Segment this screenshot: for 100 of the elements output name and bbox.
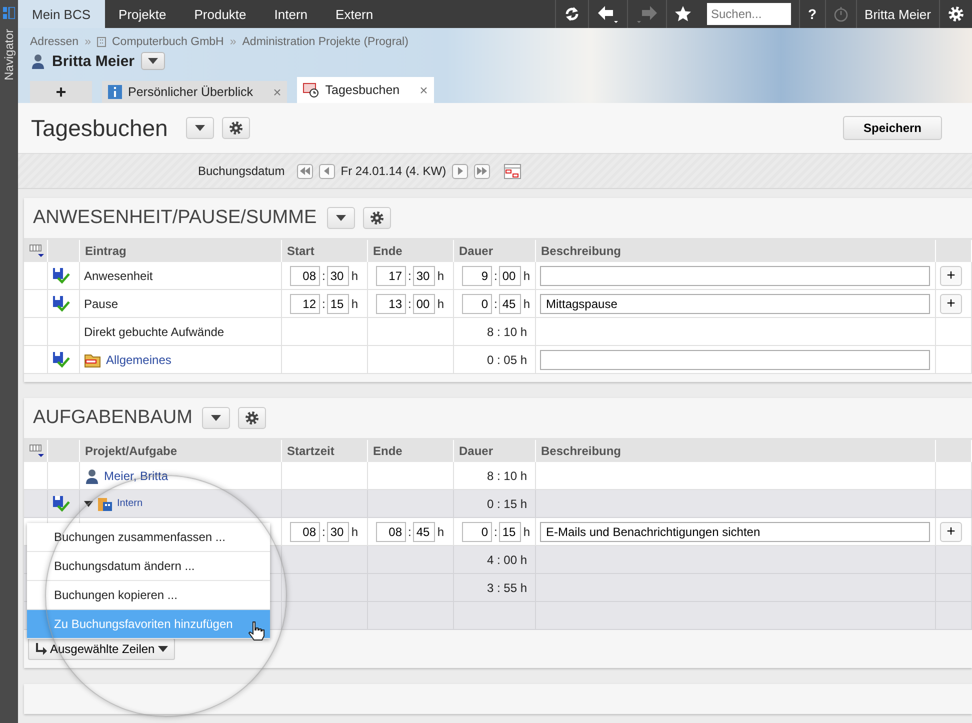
add-tab-button[interactable]: + xyxy=(30,81,92,103)
page-title: Tagesbuchen xyxy=(31,114,168,142)
hours-field[interactable]: 17 xyxy=(376,266,406,286)
refresh-icon xyxy=(564,6,580,22)
duration-text: 8 : 10 h xyxy=(486,324,527,338)
duration-text: 4 : 00 h xyxy=(486,552,527,566)
minutes-field[interactable]: 15 xyxy=(499,522,522,542)
entry-label: Direkt gebuchte Aufwände xyxy=(84,324,224,338)
hours-field[interactable]: 08 xyxy=(290,522,320,542)
menu-tab[interactable]: Produkte xyxy=(180,0,260,28)
breadcrumb-separator: » xyxy=(84,36,91,48)
menu-tab[interactable]: Extern xyxy=(322,0,388,28)
hours-field[interactable]: 12 xyxy=(290,294,320,314)
description-field[interactable]: Mittagspause xyxy=(540,294,930,314)
page-tab[interactable]: Tagesbuchen × xyxy=(297,77,434,103)
unit-label: h xyxy=(437,296,444,310)
person-link[interactable]: Meier, Britta xyxy=(104,468,168,482)
add-button[interactable]: + xyxy=(940,522,962,542)
minutes-field[interactable]: 30 xyxy=(413,266,436,286)
section-settings-button[interactable] xyxy=(362,207,391,229)
column-header: Startzeit xyxy=(282,440,368,462)
hand-cursor-icon xyxy=(248,621,265,641)
date-label: Buchungsdatum xyxy=(198,164,285,178)
navigator-label: Navigator xyxy=(2,29,16,80)
column-header: Dauer xyxy=(454,240,536,262)
description-field[interactable]: E-Mails und Benachrichtigungen sichten xyxy=(540,522,930,542)
breadcrumb-link[interactable]: Computerbuch GmbH xyxy=(112,36,224,48)
hours-field[interactable]: 08 xyxy=(290,266,320,286)
description-field[interactable] xyxy=(540,350,930,370)
section-menu-button[interactable] xyxy=(202,407,230,429)
star-icon xyxy=(674,6,691,22)
group-link[interactable]: Intern xyxy=(117,498,143,509)
minutes-field[interactable]: 00 xyxy=(413,294,436,314)
previous-button[interactable] xyxy=(318,164,335,178)
column-header: Projekt/Aufgabe xyxy=(80,440,282,462)
calendar-clock-icon xyxy=(303,82,320,98)
menu-tab[interactable]: Intern xyxy=(260,0,322,28)
time-separator: : xyxy=(408,524,412,538)
search-field[interactable]: Suchen... xyxy=(706,3,791,25)
minutes-field[interactable]: 45 xyxy=(499,294,522,314)
settings-icon xyxy=(948,6,964,22)
double-left-icon xyxy=(300,167,310,175)
page-settings-button[interactable] xyxy=(222,117,250,139)
unit-label: h xyxy=(437,268,444,282)
minutes-field[interactable]: 00 xyxy=(499,266,522,286)
left-triangle-icon xyxy=(324,167,330,175)
page-menu-button[interactable] xyxy=(186,117,214,139)
menu-item[interactable]: Buchungen kopieren ... xyxy=(27,581,270,610)
expand-caret-icon[interactable] xyxy=(84,500,93,506)
minutes-field[interactable]: 15 xyxy=(327,294,350,314)
last-button[interactable] xyxy=(474,164,490,178)
column-header: Ende xyxy=(368,240,454,262)
menu-item[interactable]: Buchungsdatum ändern ... xyxy=(27,552,270,581)
hours-field[interactable]: 13 xyxy=(376,294,406,314)
caret-icon xyxy=(194,125,205,131)
time-separator: : xyxy=(494,524,498,538)
add-button[interactable]: + xyxy=(940,294,962,314)
breadcrumb-link[interactable]: Administration Projekte (Progral) xyxy=(242,36,408,48)
breadcrumb-link[interactable]: Adressen xyxy=(30,36,79,48)
settings-icon xyxy=(245,411,260,425)
unit-label: h xyxy=(437,524,444,538)
app-logo-icon xyxy=(3,7,15,19)
menu-tab[interactable]: Projekte xyxy=(104,0,180,28)
menu-tab[interactable]: Mein BCS xyxy=(18,0,105,28)
minutes-field[interactable]: 30 xyxy=(327,522,350,542)
hours-field[interactable]: 08 xyxy=(376,522,406,542)
table-cell xyxy=(24,318,48,346)
unit-label: h xyxy=(351,296,358,310)
menu-item[interactable]: Buchungen zusammenfassen ... xyxy=(27,523,270,552)
section-title: ANWESENHEIT/PAUSE/SUMME xyxy=(33,207,317,229)
unit-label: h xyxy=(351,268,358,282)
left-arrow-icon xyxy=(596,5,619,23)
save-check-icon xyxy=(52,266,70,284)
hours-field[interactable]: 0 xyxy=(462,522,492,542)
tab-label: Tagesbuchen xyxy=(325,83,400,97)
save-button[interactable]: Speichern xyxy=(843,116,942,140)
right-arrow-icon xyxy=(636,5,658,23)
column-chooser-icon[interactable] xyxy=(29,444,45,458)
minutes-field[interactable]: 30 xyxy=(327,266,350,286)
person-menu-button[interactable] xyxy=(140,52,165,70)
hours-field[interactable]: 0 xyxy=(462,294,492,314)
section-menu-button[interactable] xyxy=(326,207,355,229)
minutes-field[interactable]: 45 xyxy=(413,522,436,542)
column-header: Beschreibung xyxy=(536,240,936,262)
column-chooser-icon[interactable] xyxy=(29,244,45,258)
page-tab[interactable]: Persönlicher Überblick × xyxy=(102,81,288,103)
project-link[interactable]: Allgemeines xyxy=(106,352,172,366)
hours-field[interactable]: 9 xyxy=(462,266,492,286)
close-tab-button[interactable]: × xyxy=(420,82,428,98)
calendar-icon[interactable] xyxy=(504,164,522,178)
navigator-sidebar[interactable]: Navigator xyxy=(0,0,18,723)
caret-icon xyxy=(158,646,168,652)
first-button[interactable] xyxy=(296,164,313,178)
return-arrow-icon xyxy=(35,643,47,655)
next-button[interactable] xyxy=(452,164,468,178)
selected-rows-button[interactable]: Ausgewählte Zeilen xyxy=(28,638,175,660)
section-settings-button[interactable] xyxy=(238,407,266,429)
description-field[interactable] xyxy=(540,266,930,286)
add-button[interactable]: + xyxy=(940,266,962,286)
tab-label: + xyxy=(56,82,66,102)
